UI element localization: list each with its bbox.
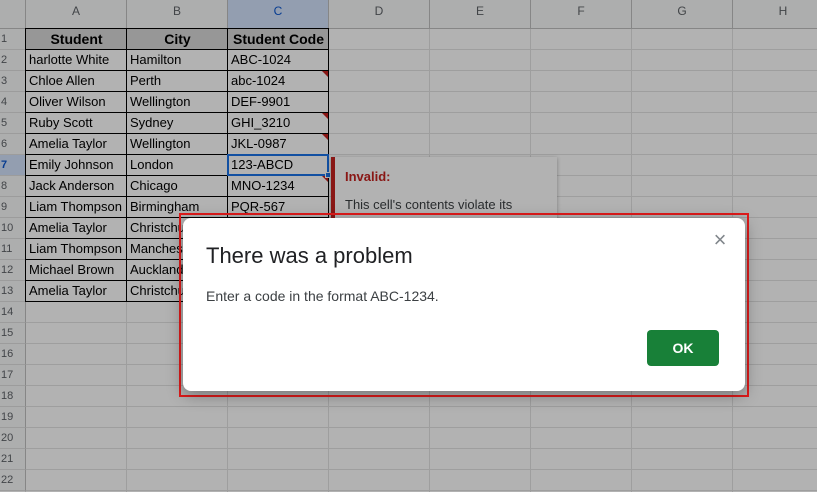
ok-button[interactable]: OK xyxy=(647,330,719,366)
dialog-title: There was a problem xyxy=(206,243,413,268)
close-icon[interactable]: × xyxy=(710,229,730,251)
dialog-message: Enter a code in the format ABC-1234. xyxy=(206,288,439,304)
error-dialog: There was a problem × Enter a code in th… xyxy=(183,218,745,391)
